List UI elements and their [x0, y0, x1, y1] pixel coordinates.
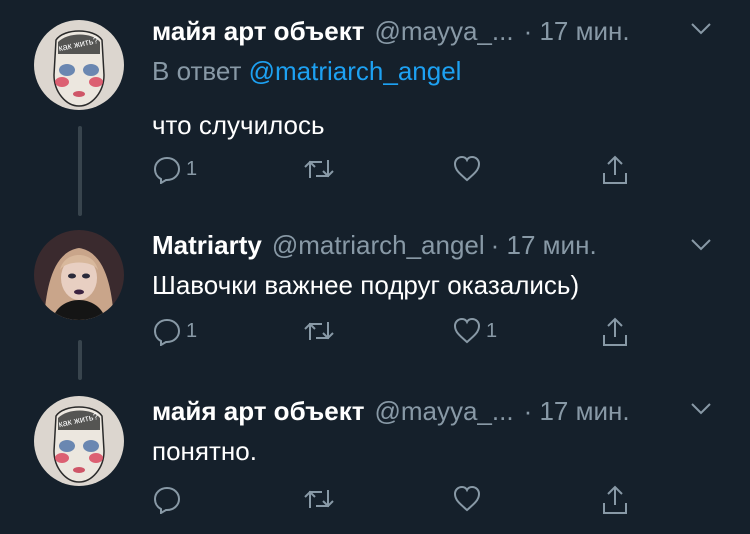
tweet[interactable]: как жить? майя арт объект @mayya_... · 1… — [0, 0, 750, 200]
reply-count: 1 — [186, 157, 198, 180]
reply-mention-link[interactable]: @matriarch_angel — [249, 56, 462, 86]
like-icon — [452, 316, 482, 346]
retweet-button[interactable] — [302, 154, 340, 184]
tweet-actions: 1 — [152, 154, 652, 194]
author-name[interactable]: майя арт объект — [152, 16, 364, 47]
share-icon — [600, 484, 630, 516]
reply-icon — [152, 154, 182, 184]
reply-button[interactable]: 1 — [152, 316, 197, 346]
author-name[interactable]: Matriarty — [152, 230, 262, 261]
avatar[interactable]: как жить? — [34, 396, 124, 486]
retweet-icon — [302, 484, 336, 514]
tweet[interactable]: Matriarty @matriarch_angel · 17 мин. Шав… — [0, 216, 750, 366]
author-name[interactable]: майя арт объект — [152, 396, 364, 427]
share-button[interactable] — [600, 154, 630, 186]
tweet-text: что случилось — [152, 110, 325, 140]
avatar[interactable] — [34, 230, 124, 320]
reply-context: В ответ @matriarch_angel — [152, 56, 461, 87]
chevron-down-icon[interactable] — [690, 22, 712, 41]
timestamp[interactable]: · 17 мин. — [524, 16, 630, 47]
tweet-text: понятно. — [152, 436, 257, 466]
author-handle[interactable]: @mayya_... — [374, 396, 513, 427]
reply-count: 1 — [186, 319, 198, 342]
like-icon — [452, 484, 482, 514]
share-icon — [600, 316, 630, 348]
reply-prefix: В ответ — [152, 56, 242, 86]
author-handle[interactable]: @matriarch_angel — [272, 230, 485, 261]
like-count: 1 — [486, 319, 498, 342]
reply-icon — [152, 484, 182, 514]
like-button[interactable]: 1 — [452, 316, 497, 346]
retweet-icon — [302, 316, 336, 346]
share-button[interactable] — [600, 316, 630, 348]
chevron-down-icon[interactable] — [690, 402, 712, 421]
author-handle[interactable]: @mayya_... — [374, 16, 513, 47]
avatar[interactable]: как жить? — [34, 20, 124, 110]
tweet-actions: 1 1 — [152, 316, 652, 356]
like-button[interactable] — [452, 154, 486, 184]
tweet-text: Шавочки важнее подруг оказались) — [152, 270, 580, 300]
like-button[interactable] — [452, 484, 486, 514]
reply-button[interactable] — [152, 484, 186, 514]
tweet[interactable]: как жить? майя арт объект @mayya_... · 1… — [0, 384, 750, 534]
retweet-button[interactable] — [302, 316, 340, 346]
share-button[interactable] — [600, 484, 630, 516]
retweet-button[interactable] — [302, 484, 340, 514]
share-icon — [600, 154, 630, 186]
timestamp[interactable]: · 17 мин. — [491, 230, 597, 261]
tweet-actions — [152, 484, 652, 524]
retweet-icon — [302, 154, 336, 184]
reply-button[interactable]: 1 — [152, 154, 197, 184]
chevron-down-icon[interactable] — [690, 238, 712, 257]
reply-icon — [152, 316, 182, 346]
like-icon — [452, 154, 482, 184]
timestamp[interactable]: · 17 мин. — [524, 396, 630, 427]
